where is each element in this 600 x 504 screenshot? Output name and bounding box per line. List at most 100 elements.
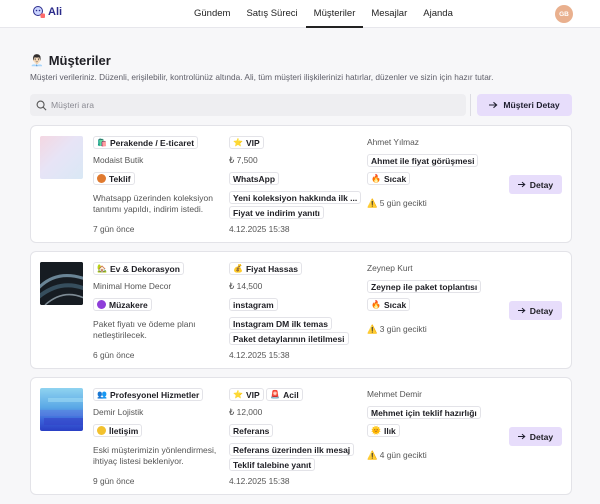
detail-button-label: Detay	[529, 305, 554, 316]
stage-tag: Teklif	[93, 172, 135, 185]
page-title-text: Müşteriler	[48, 53, 111, 68]
nav-gundem[interactable]: Gündem	[186, 0, 238, 28]
company-name: Modaist Butik	[93, 155, 144, 165]
created-ago: 6 gün önce	[93, 350, 135, 360]
segment-label: VIP	[245, 137, 260, 148]
category-label: Ev & Dekorasyon	[109, 263, 180, 274]
fire-icon: 🔥	[371, 174, 381, 183]
nav-mesajlar[interactable]: Mesajlar	[363, 0, 415, 28]
stage-dot-icon	[97, 300, 106, 309]
next-action-tag: Mehmet için teklif hazırlığı	[367, 406, 481, 419]
contact-name: Ahmet Yılmaz	[367, 137, 419, 147]
next-topic-tag: Paket detaylarının iletilmesi	[229, 332, 349, 345]
customer-note: Whatsapp üzerinden koleksiyon tanıtımı y…	[93, 193, 214, 214]
detail-button[interactable]: Detay	[509, 301, 562, 320]
customer-note: Paket fiyatı ve ödeme planı netleştirile…	[93, 319, 196, 340]
created-ago: 9 gün önce	[93, 476, 135, 486]
temperature-tag: 🔥 Sıcak	[367, 298, 411, 311]
delay-status: ⚠️ 4 gün gecikti	[367, 450, 427, 461]
deal-amount: ₺ 14,500	[229, 281, 263, 291]
delay-label: 4 gün gecikti	[379, 450, 427, 460]
channel-tag: instagram	[229, 298, 278, 311]
customer-card[interactable]: 🛍️ Perakende / E-ticaret Modaist Butik Te…	[30, 125, 572, 243]
stage-label: İletişim	[109, 425, 139, 436]
segment-tag: 🚨 Acil	[266, 388, 303, 401]
deal-amount: ₺ 12,000	[229, 407, 263, 417]
detail-button[interactable]: Detay	[509, 427, 562, 446]
last-contact-date: 4.12.2025 15:38	[229, 350, 290, 360]
customer-detail-button-label: Müşteri Detay	[503, 100, 560, 110]
temperature-label: Ilık	[383, 425, 396, 436]
search-input[interactable]	[51, 100, 451, 110]
people-icon: 👨🏻‍💼	[30, 55, 44, 67]
company-name: Minimal Home Decor	[93, 281, 172, 291]
category-tag: 🏡 Ev & Dekorasyon	[93, 262, 184, 275]
company-name: Demir Lojistik	[93, 407, 144, 417]
people-icon: 👥	[97, 390, 107, 399]
last-contact-date: 4.12.2025 15:38	[229, 476, 290, 486]
urgent-icon: 🚨	[270, 390, 281, 399]
segment-label: VIP	[245, 389, 260, 400]
arrow-right-icon	[517, 433, 526, 440]
app-name: Ali	[48, 6, 63, 18]
detail-button[interactable]: Detay	[509, 175, 562, 194]
customer-note: Eski müşterimizin yönlendirmesi, ihtiyaç…	[93, 445, 217, 466]
temperature-label: Sıcak	[383, 299, 407, 310]
arrow-right-icon	[489, 101, 498, 109]
category-label: Profesyonel Hizmetler	[109, 389, 200, 400]
detail-button-label: Detay	[529, 431, 554, 442]
stage-tag: Müzakere	[93, 298, 152, 311]
warning-icon: ⚠️	[367, 198, 378, 208]
deal-amount: ₺ 7,500	[229, 155, 258, 165]
last-topic-tag: Instagram DM ilk temas	[229, 317, 332, 330]
last-contact-date: 4.12.2025 15:38	[229, 224, 290, 234]
next-action-tag: Zeynep ile paket toplantısı	[367, 280, 482, 293]
nav-musteriler[interactable]: Müşteriler	[305, 0, 364, 28]
temperature-tag: 🌞 Ilık	[367, 424, 400, 437]
star-icon: ⭐	[233, 138, 243, 147]
stage-label: Müzakere	[109, 299, 148, 310]
stage-label: Teklif	[109, 173, 131, 184]
channel-tag: Referans	[229, 424, 274, 437]
segment-tag: ⭐ VIP	[229, 136, 264, 149]
user-avatar[interactable]: GB	[555, 5, 573, 23]
segment-label: Acil	[283, 389, 299, 400]
next-topic-tag: Fiyat ve indirim yanıtı	[229, 206, 324, 219]
temperature-label: Sıcak	[383, 173, 407, 184]
star-icon: ⭐	[233, 390, 243, 399]
created-ago: 7 gün önce	[93, 224, 135, 234]
customer-thumbnail	[40, 388, 83, 431]
decor-image	[40, 262, 83, 305]
nav-ajanda[interactable]: Ajanda	[415, 0, 461, 28]
money-bag-icon: 💰	[233, 264, 243, 273]
logo-icon	[33, 6, 45, 18]
last-topic-tag: Referans üzerinden ilk mesaj	[229, 443, 355, 456]
customer-card[interactable]: 👥 Profesyonel Hizmetler Demir Lojistik İl…	[30, 377, 572, 495]
segment-tag: ⭐ VIP	[229, 388, 264, 401]
segment-label: Fiyat Hassas	[245, 263, 298, 274]
shopping-bag-icon: 🛍️	[97, 138, 107, 147]
delay-label: 5 gün gecikti	[379, 198, 427, 208]
fire-icon: 🔥	[371, 300, 381, 309]
detail-button-label: Detay	[529, 179, 554, 190]
app-logo[interactable]: Ali	[32, 5, 62, 19]
abstract-image	[40, 398, 83, 425]
customer-detail-button[interactable]: Müşteri Detay	[477, 94, 572, 116]
last-topic-tag: Yeni koleksiyon hakkında ilk ...	[229, 191, 361, 204]
category-label: Perakende / E-ticaret	[109, 137, 195, 148]
customer-card[interactable]: 🏡 Ev & Dekorasyon Minimal Home Decor Müza…	[30, 251, 572, 369]
stage-tag: İletişim	[93, 424, 143, 437]
warning-icon: ⚠️	[367, 450, 378, 460]
stage-dot-icon	[97, 426, 106, 435]
stage-dot-icon	[97, 174, 106, 183]
search-icon	[36, 100, 47, 110]
delay-label: 3 gün gecikti	[379, 324, 427, 334]
customer-thumbnail	[40, 262, 83, 305]
contact-name: Zeynep Kurt	[367, 263, 413, 273]
page-description: Müşteri verileriniz. Düzenli, erişilebil…	[30, 72, 494, 82]
category-tag: 👥 Profesyonel Hizmetler	[93, 388, 204, 401]
nav-satis-sureci[interactable]: Satış Süreci	[238, 0, 305, 28]
warning-icon: ⚠️	[367, 324, 378, 334]
search-bar[interactable]	[30, 94, 466, 116]
channel-tag: WhatsApp	[229, 172, 280, 185]
